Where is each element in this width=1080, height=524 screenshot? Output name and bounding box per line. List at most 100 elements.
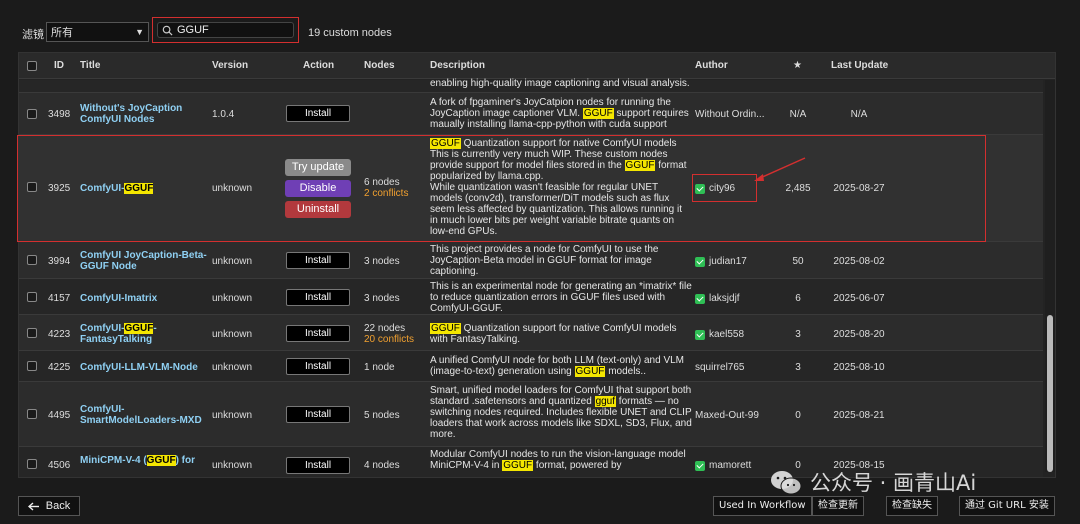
verified-check-icon — [695, 183, 705, 194]
node-count-cell: 1 node — [364, 362, 395, 373]
nodes-table: ID Title Version Action Nodes Descriptio… — [18, 52, 1056, 478]
col-id[interactable]: ID — [54, 60, 64, 71]
node-version: unknown — [212, 362, 253, 373]
node-title[interactable]: ComfyUI-SmartModelLoaders-MXD — [80, 404, 210, 426]
node-version: unknown — [212, 183, 253, 194]
col-version[interactable]: Version — [212, 60, 248, 71]
description: This project provides a node for ComfyUI… — [430, 244, 659, 277]
col-stars[interactable]: ★ — [793, 60, 802, 71]
node-title[interactable]: Without's JoyCaption ComfyUI Nodes — [80, 103, 210, 125]
select-all-checkbox[interactable] — [27, 61, 37, 71]
install-button[interactable]: Install — [286, 406, 350, 423]
row-checkbox[interactable] — [27, 409, 37, 419]
author-name[interactable]: kael558 — [695, 329, 744, 340]
node-title[interactable]: ComfyUI-GGUF — [80, 183, 210, 194]
table-row: 3925 ComfyUI-GGUF unknown Try update Dis… — [19, 135, 1043, 242]
node-count: 19 custom nodes — [308, 27, 392, 39]
uninstall-button[interactable]: Uninstall — [285, 201, 351, 218]
node-title[interactable]: MiniCPM-V-4 (GGUF) for — [80, 455, 210, 466]
author-name[interactable]: judian17 — [695, 256, 747, 267]
node-count-cell: 4 nodes — [364, 460, 400, 471]
install-button[interactable]: Install — [286, 457, 350, 474]
verified-check-icon — [695, 293, 705, 304]
row-checkbox[interactable] — [27, 328, 37, 338]
node-count-cell: 3 nodes — [364, 256, 400, 267]
search-icon — [162, 25, 173, 36]
author-name[interactable]: city96 — [695, 183, 735, 194]
row-checkbox[interactable] — [27, 182, 37, 192]
node-count-cell: 3 nodes — [364, 293, 400, 304]
node-id: 3994 — [48, 256, 71, 267]
node-id: 3925 — [48, 183, 71, 194]
try-update-button[interactable]: Try update — [285, 159, 351, 176]
star-count: 50 — [792, 256, 804, 267]
last-update: 2025-08-10 — [833, 362, 885, 373]
node-title[interactable]: ComfyUI-GGUF-FantasyTalking — [80, 323, 210, 345]
row-checkbox[interactable] — [27, 361, 37, 371]
node-id: 4506 — [48, 460, 71, 471]
row-checkbox[interactable] — [27, 459, 37, 469]
install-button[interactable]: Install — [286, 252, 350, 269]
row-checkbox[interactable] — [27, 109, 37, 119]
star-count: 3 — [795, 362, 801, 373]
disable-button[interactable]: Disable — [285, 180, 351, 197]
search-input[interactable] — [177, 24, 287, 36]
scroll-thumb[interactable] — [1047, 315, 1053, 472]
row-checkbox[interactable] — [27, 292, 37, 302]
star-count: 3 — [795, 329, 801, 340]
node-version: unknown — [212, 329, 253, 340]
table-scrollbar[interactable] — [1045, 80, 1055, 472]
node-id: 4223 — [48, 329, 71, 340]
verified-check-icon — [695, 256, 705, 267]
wechat-icon — [771, 470, 802, 494]
filter-label: 滤镜 — [22, 29, 44, 41]
node-title[interactable]: ComfyUI-LLM-VLM-Node — [80, 362, 210, 373]
install-button[interactable]: Install — [286, 289, 350, 306]
row-checkbox[interactable] — [27, 255, 37, 265]
col-author[interactable]: Author — [695, 60, 728, 71]
table-row: enabling high-quality image captioning a… — [19, 78, 1043, 93]
col-description[interactable]: Description — [430, 60, 485, 71]
col-last-update[interactable]: Last Update — [831, 60, 888, 71]
last-update: 2025-08-20 — [833, 329, 885, 340]
last-update: N/A — [850, 109, 868, 120]
author-name[interactable]: laksjdjf — [695, 293, 740, 304]
install-button[interactable]: Install — [286, 358, 350, 375]
col-title[interactable]: Title — [80, 60, 100, 71]
watermark: 公众号 · 画青山Ai — [770, 467, 976, 497]
author-name[interactable]: Maxed-Out-99 — [695, 410, 759, 421]
node-version: unknown — [212, 460, 253, 471]
search-field[interactable] — [157, 22, 294, 38]
last-update: 2025-08-02 — [833, 256, 885, 267]
check-missing-button[interactable]: 检查缺失 — [886, 496, 938, 516]
star-count: 6 — [795, 293, 801, 304]
col-nodes[interactable]: Nodes — [364, 60, 395, 71]
node-title[interactable]: ComfyUI-Imatrix — [80, 293, 210, 304]
filter-select[interactable]: 所有 ▼ — [46, 22, 149, 42]
author-name[interactable]: squirrel765 — [695, 362, 744, 373]
back-button[interactable]: Back — [18, 496, 80, 516]
node-id: 4157 — [48, 293, 71, 304]
search-highlight-box — [152, 17, 299, 43]
author-name[interactable]: mamorett — [695, 460, 751, 471]
node-version: 1.0.4 — [212, 109, 235, 120]
filter-selected-value: 所有 — [51, 27, 73, 39]
col-action[interactable]: Action — [303, 60, 334, 71]
conflicts-link[interactable]: 2 conflicts — [364, 188, 408, 199]
node-title[interactable]: ComfyUI JoyCaption-Beta-GGUF Node — [80, 250, 210, 272]
check-update-button[interactable]: 检查更新 — [812, 496, 864, 516]
install-button[interactable]: Install — [286, 105, 350, 122]
node-version: unknown — [212, 293, 253, 304]
install-button[interactable]: Install — [286, 325, 350, 342]
install-git-url-button[interactable]: 通过 Git URL 安装 — [959, 496, 1055, 516]
table-row: 4495 ComfyUI-SmartModelLoaders-MXD unkno… — [19, 382, 1043, 447]
last-update: 2025-06-07 — [833, 293, 885, 304]
conflicts-link[interactable]: 20 conflicts — [364, 334, 414, 345]
node-count-cell: 6 nodes 2 conflicts — [364, 177, 409, 199]
used-in-workflow-button[interactable]: Used In Workflow — [713, 496, 812, 516]
last-update: 2025-08-21 — [833, 410, 885, 421]
table-header: ID Title Version Action Nodes Descriptio… — [19, 53, 1055, 79]
description: Modular ComfyUI nodes to run the vision-… — [430, 449, 686, 471]
author-name[interactable]: Without Ordin... — [695, 109, 764, 120]
description: GGUF Quantization support for native Com… — [430, 138, 687, 237]
